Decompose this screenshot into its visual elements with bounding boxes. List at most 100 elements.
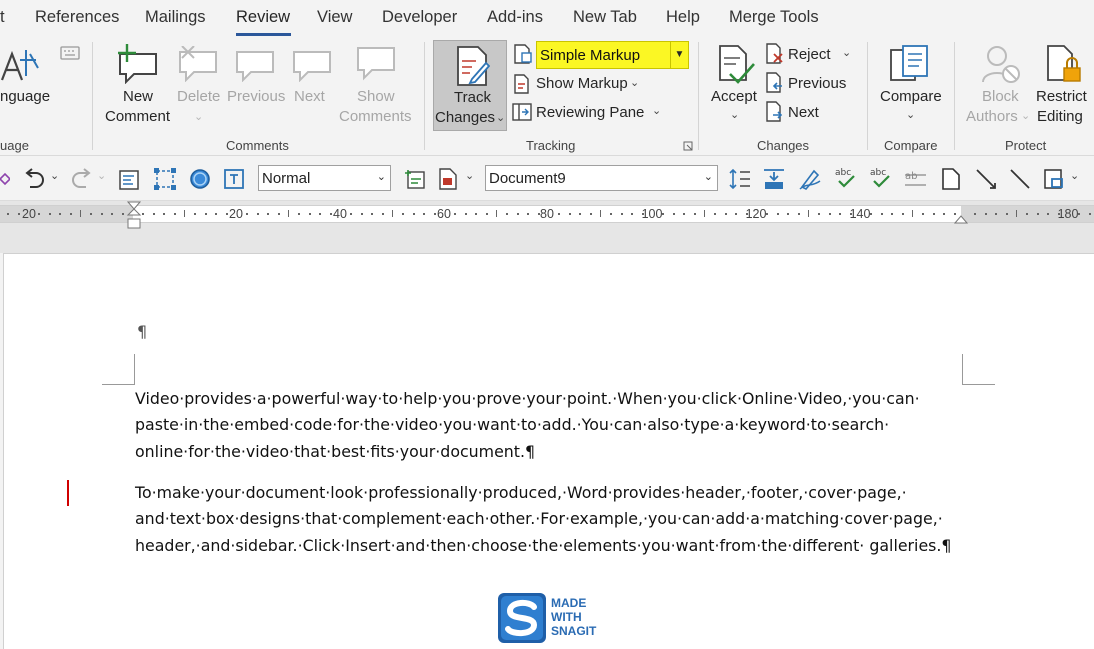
text-box-icon[interactable]	[222, 167, 246, 191]
tab-references[interactable]: References	[35, 8, 119, 27]
select-objects-icon[interactable]	[153, 167, 177, 191]
track-changes-button[interactable]: Track Changes ⌄	[433, 40, 507, 131]
ruler-tick	[38, 213, 41, 215]
ink-pen-icon[interactable]	[798, 167, 822, 191]
svg-text:abc: abc	[835, 168, 851, 178]
dialog-launcher-icon[interactable]	[683, 141, 693, 151]
ruler-tick	[69, 213, 72, 215]
ruler-tick	[589, 213, 592, 215]
ruler-tick	[714, 213, 717, 215]
chevron-down-icon: ⌄	[652, 105, 662, 117]
show-markup-label: Show Markup	[536, 75, 628, 92]
document-icon[interactable]	[940, 167, 962, 191]
line-spacing-icon[interactable]	[728, 167, 752, 191]
ruler-tick	[454, 213, 457, 215]
reviewing-pane-label: Reviewing Pane	[536, 104, 645, 121]
restrict-editing-icon	[1047, 45, 1081, 82]
chevron-down-icon[interactable]: ⌄	[465, 169, 474, 182]
group-separator	[954, 42, 955, 150]
ruler-tick	[724, 213, 727, 215]
next-comment-label: Next	[294, 88, 325, 105]
ruler-tick	[1026, 213, 1029, 215]
chevron-down-icon[interactable]: ⌄	[97, 169, 106, 182]
ruler-tick	[579, 213, 582, 215]
ruler-tick	[194, 213, 197, 215]
snagit-watermark: MADE WITH SNAGIT	[496, 591, 606, 645]
tab-add-ins[interactable]: Add-ins	[487, 8, 543, 27]
document-dropdown[interactable]: Document9 ⌄	[485, 165, 718, 191]
tab-partial[interactable]: t	[0, 8, 5, 27]
language-label[interactable]: nguage	[0, 88, 50, 105]
ruler-tick	[943, 213, 946, 215]
indent-marker-icon[interactable]	[127, 201, 141, 229]
ruler-tick	[423, 213, 426, 215]
ruler-tick	[516, 213, 519, 215]
style-dropdown[interactable]: Normal ⌄	[258, 165, 391, 191]
ruler-tick	[568, 213, 571, 215]
keyboard-icon[interactable]	[60, 46, 80, 60]
chevron-down-icon: ⌄	[376, 171, 386, 183]
tab-merge-tools[interactable]: Merge Tools	[729, 8, 819, 27]
ruler-tick	[298, 213, 301, 215]
ruler-tick	[204, 213, 207, 215]
tab-developer[interactable]: Developer	[382, 8, 457, 27]
compare-label: Compare	[880, 88, 942, 105]
ruler-tick	[662, 213, 665, 215]
strikethrough-icon[interactable]: ab	[904, 165, 928, 191]
line-icon[interactable]	[1008, 167, 1032, 191]
ruler-label: 80	[540, 207, 554, 221]
circle-shape-icon[interactable]	[188, 167, 212, 191]
ruler-tick	[995, 213, 998, 215]
chevron-down-icon[interactable]: ⌄	[1070, 169, 1079, 182]
spacing-icon[interactable]	[762, 167, 786, 191]
horizontal-ruler[interactable]: 20 20 40 60 80 100 120 140 180	[0, 205, 1094, 223]
redo-icon[interactable]	[70, 167, 94, 189]
tab-mailings[interactable]: Mailings	[145, 8, 206, 27]
ruler-tick	[475, 213, 478, 215]
svg-text:abc: abc	[870, 168, 886, 178]
display-for-review-dropdown[interactable]: Simple Markup ▼	[536, 41, 689, 69]
ruler-label: 40	[333, 207, 347, 221]
show-comments-label-1: Show	[357, 88, 395, 105]
group-label-protect: Protect	[1005, 138, 1047, 153]
tab-view[interactable]: View	[317, 8, 352, 27]
ruler-tick	[1057, 213, 1060, 215]
tab-review[interactable]: Review	[236, 8, 290, 27]
ruler-tick	[381, 213, 384, 215]
show-markup-icon	[514, 74, 529, 94]
ruler-tick	[433, 213, 436, 215]
word-window: t References Mailings Review View Develo…	[0, 0, 1094, 649]
eraser-icon[interactable]	[0, 171, 10, 187]
tab-help[interactable]: Help	[666, 8, 700, 27]
compare-icon	[890, 45, 928, 81]
language-icon[interactable]	[0, 46, 42, 82]
ruler-tick	[1078, 213, 1081, 215]
line-diagonal-icon[interactable]	[974, 167, 998, 191]
undo-icon[interactable]	[22, 167, 46, 189]
screen-clipping-icon[interactable]	[1042, 167, 1066, 191]
spelling-check-icon[interactable]: abc	[834, 165, 858, 191]
document-value: Document9	[489, 170, 566, 187]
document-paragraph[interactable]: To·make·your·document·look·professionall…	[135, 480, 975, 559]
document-paragraph[interactable]: Video·provides·a·powerful·way·to·help·yo…	[135, 386, 975, 465]
ribbon-tab-bar: t References Mailings Review View Develo…	[0, 0, 1094, 38]
tab-new-tab[interactable]: New Tab	[573, 8, 637, 27]
ruler-tick	[558, 213, 561, 215]
block-authors-icon	[982, 46, 1020, 83]
block-authors-label-1: Block	[982, 88, 1019, 105]
ruler-label: 100	[641, 207, 663, 221]
ruler-tick	[1047, 213, 1050, 215]
insert-field-icon[interactable]	[403, 167, 427, 191]
group-separator	[698, 42, 699, 150]
ruler-tick	[392, 210, 393, 217]
page-setup-icon[interactable]	[436, 167, 460, 191]
document-page[interactable]: ¶ Video·provides·a·powerful·way·to·help·…	[3, 253, 1094, 649]
snagit-line: SNAGIT	[551, 624, 597, 638]
grammar-check-icon[interactable]: abc	[869, 165, 893, 191]
quick-access-toolbar: ⌄ ⌄ Normal ⌄ ⌄ Document9 ⌄ abc abc ab ⌄	[0, 157, 1094, 201]
ruler-tick	[808, 210, 809, 217]
chevron-down-icon[interactable]: ⌄	[50, 169, 59, 182]
ruler-tick	[485, 213, 488, 215]
form-icon[interactable]	[118, 167, 142, 191]
right-indent-marker-icon[interactable]	[954, 213, 968, 225]
